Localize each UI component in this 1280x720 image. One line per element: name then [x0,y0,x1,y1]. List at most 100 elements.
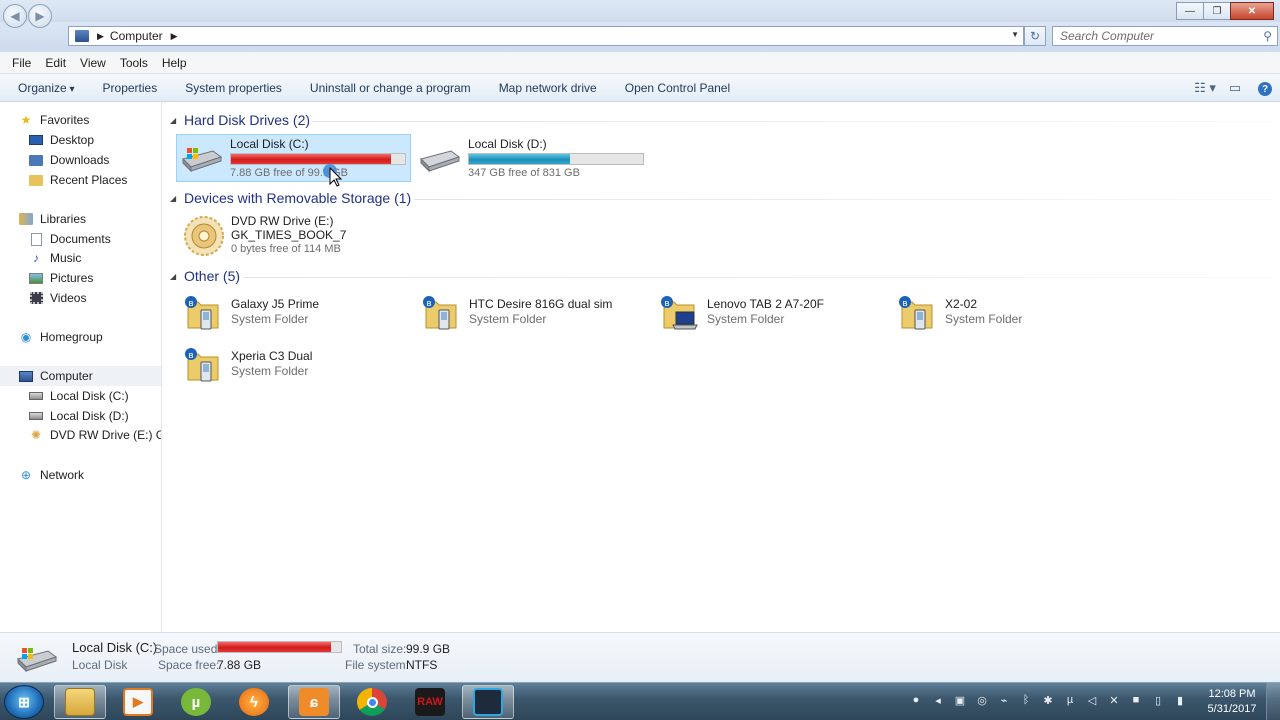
group-header-other[interactable]: ◢ Other (5) [170,267,240,285]
help-button[interactable]: ? [1250,80,1280,97]
tray-signal-icon[interactable]: ▮ [1169,694,1191,707]
media-player-icon: ▶ [123,688,153,716]
nav-homegroup[interactable]: ◉ Homegroup [18,327,103,347]
tray-power-icon[interactable]: ✕ [1103,694,1125,707]
uninstall-program-button[interactable]: Uninstall or change a program [303,81,478,95]
back-button[interactable]: ◀ [3,4,27,28]
taskbar-raw[interactable]: RAW [404,685,456,719]
organize-button[interactable]: Organize [11,81,82,95]
tray-usb-icon[interactable]: ⌁ [993,694,1015,707]
taskbar-flash[interactable]: ϟ [228,685,280,719]
help-icon: ? [1258,82,1272,97]
documents-icon [28,232,44,246]
menu-help[interactable]: Help [155,56,194,70]
show-desktop-button[interactable] [1266,683,1280,720]
nav-label: Favorites [40,113,90,127]
address-bar[interactable]: ▶ Computer ▶ ▼ [68,26,1024,46]
svg-text:ʙ: ʙ [188,299,193,309]
nav-dvd-drive[interactable]: ✺ DVD RW Drive (E:) GK_T [28,425,161,445]
close-button[interactable]: ✕ [1230,2,1274,20]
minimize-button[interactable]: — [1176,2,1204,20]
drive-dvd-rw[interactable]: DVD RW Drive (E:) GK_TIMES_BOOK_7 0 byte… [178,212,418,262]
nav-network[interactable]: ⊕ Network [18,465,84,485]
menu-file[interactable]: File [5,56,38,70]
details-usage-fill [218,642,332,652]
tray-settings-icon[interactable]: ✱ [1037,694,1059,707]
breadcrumb-computer[interactable]: Computer [110,29,163,43]
navigation-pane: ★ Favorites Desktop Downloads Recent Pla… [0,102,162,632]
svg-text:ʙ: ʙ [664,299,669,309]
breadcrumb-arrow-icon[interactable]: ▶ [97,31,104,42]
nav-local-disk-d[interactable]: Local Disk (D:) [28,406,129,426]
menu-bar: File Edit View Tools Help [0,52,1280,74]
search-input[interactable] [1053,27,1253,45]
taskbar-media-player[interactable]: ▶ [112,685,164,719]
tray-bluetooth-icon[interactable]: ᛒ [1015,694,1037,707]
folder-lenovo-tab2[interactable]: ʙ Lenovo TAB 2 A7-20F System Folder [654,288,890,338]
start-button[interactable]: ⊞ [4,685,44,719]
group-title: Hard Disk Drives (2) [184,112,311,128]
nav-local-disk-c[interactable]: Local Disk (C:) [28,386,129,406]
collapse-triangle-icon[interactable]: ◢ [170,272,184,281]
collapse-triangle-icon[interactable]: ◢ [170,116,184,125]
clock[interactable]: 12:08 PM 5/31/2017 [1200,687,1264,717]
tray-volume-icon[interactable]: ◁ [1081,694,1103,707]
drive-local-disk-d[interactable]: Local Disk (D:) 347 GB free of 831 GB [414,134,649,182]
tray-utorrent-icon[interactable]: µ [1059,694,1081,707]
laptop-folder-icon: ʙ [661,296,698,330]
item-name: Galaxy J5 Prime [231,297,320,311]
forward-arrow-icon: ▶ [35,9,45,23]
group-header-hard-disk-drives[interactable]: ◢ Hard Disk Drives (2) [170,111,310,129]
nav-libraries[interactable]: Libraries [18,209,86,229]
tray-arrow-icon[interactable]: ◂ [927,694,949,707]
nav-computer[interactable]: Computer [0,366,161,386]
forward-button[interactable]: ▶ [28,4,52,28]
taskbar-uc-browser[interactable]: ɕ [288,685,340,719]
tray-device-icon[interactable]: ▯ [1147,694,1169,707]
taskbar-utorrent[interactable]: µ [170,685,222,719]
preview-pane-icon[interactable]: ▭ [1220,80,1250,96]
change-view-icon[interactable]: ☷ ▾ [1190,80,1220,96]
map-network-drive-button[interactable]: Map network drive [492,81,604,95]
tray-sync-icon[interactable]: ◎ [971,694,993,707]
flash-icon: ϟ [239,688,269,716]
nav-music[interactable]: ♪ Music [28,248,81,268]
nav-desktop[interactable]: Desktop [28,130,94,150]
open-control-panel-button[interactable]: Open Control Panel [618,81,737,95]
address-dropdown-icon[interactable]: ▼ [1011,30,1019,39]
group-title: Devices with Removable Storage (1) [184,190,412,206]
taskbar-chrome[interactable] [346,685,398,719]
tray-nvidia-icon[interactable]: ■ [1125,694,1147,707]
dvd-drive-name: DVD RW Drive (E:) [231,214,334,228]
search-icon[interactable]: ⚲ [1263,29,1272,43]
menu-tools[interactable]: Tools [113,56,155,70]
system-properties-button[interactable]: System properties [178,81,289,95]
group-header-removable-storage[interactable]: ◢ Devices with Removable Storage (1) [170,189,411,207]
taskbar-screen-recorder[interactable] [462,685,514,719]
drive-local-disk-c[interactable]: Local Disk (C:) 7.88 GB free of 99.9 GB [176,134,411,182]
tray-network-icon[interactable]: ▣ [949,694,971,707]
menu-view[interactable]: View [73,56,113,70]
collapse-triangle-icon[interactable]: ◢ [170,194,184,203]
nav-videos[interactable]: Videos [28,288,86,308]
search-box[interactable]: ⚲ [1052,26,1278,46]
nav-documents[interactable]: Documents [28,229,111,249]
folder-htc-desire-816g[interactable]: ʙ HTC Desire 816G dual sim System Folder [416,288,652,338]
menu-edit[interactable]: Edit [38,56,73,70]
dvd-free-space: 0 bytes free of 114 MB [231,243,341,255]
nav-favorites[interactable]: ★ Favorites [18,110,90,130]
properties-button[interactable]: Properties [96,81,165,95]
nav-pictures[interactable]: Pictures [28,268,93,288]
taskbar-explorer[interactable] [54,685,106,719]
nav-downloads[interactable]: Downloads [28,150,109,170]
restore-button[interactable]: ❐ [1203,2,1231,20]
tray-app-icon[interactable]: ● [905,694,927,707]
folder-galaxy-j5-prime[interactable]: ʙ Galaxy J5 Prime System Folder [178,288,414,338]
folder-x2-02[interactable]: ʙ X2-02 System Folder [892,288,1128,338]
disk-usage-bar [230,153,406,165]
nav-recent-places[interactable]: Recent Places [28,170,127,190]
folder-xperia-c3-dual[interactable]: ʙ Xperia C3 Dual System Folder [178,340,414,390]
refresh-button[interactable]: ↻ [1024,26,1046,46]
breadcrumb-arrow-icon[interactable]: ▶ [171,31,178,42]
command-bar: Organize Properties System properties Un… [0,74,1280,102]
